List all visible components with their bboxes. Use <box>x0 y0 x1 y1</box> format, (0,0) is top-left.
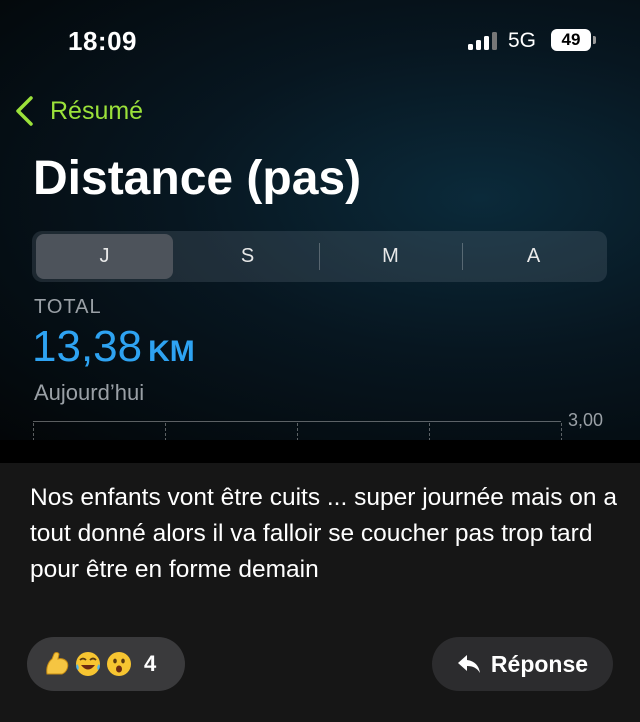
segment-month[interactable]: M <box>322 234 459 279</box>
network-label: 5G <box>508 29 537 52</box>
chart-tick <box>429 423 431 440</box>
segment-divider <box>319 243 320 270</box>
chart-top-gridline <box>33 421 561 422</box>
back-label: Résumé <box>50 96 144 125</box>
chart-tick <box>297 423 299 440</box>
battery-icon: 49 <box>551 29 591 51</box>
status-time: 18:09 <box>68 26 137 56</box>
chevron-left-icon <box>16 96 33 126</box>
battery-tip <box>593 36 596 44</box>
health-app-screenshot: 18:09 5G 49 Résumé Distance (pas) J S M … <box>0 0 640 440</box>
astonished-face-emoji <box>107 652 131 676</box>
reaction-count: 4 <box>144 651 157 676</box>
post-caption: Nos enfants vont être cuits ... super jo… <box>30 484 617 583</box>
reply-arrow-icon <box>457 655 480 673</box>
segment-day[interactable]: J <box>36 234 173 279</box>
total-label: TOTAL <box>34 296 102 318</box>
total-unit: KM <box>148 335 195 368</box>
chart-tick <box>561 423 563 440</box>
chart-tick <box>33 423 35 440</box>
total-value: 13,38 KM <box>32 322 195 372</box>
segment-divider <box>462 243 463 270</box>
reactions-pill[interactable]: 4 <box>27 637 185 691</box>
date-label: Aujourd’hui <box>34 380 145 405</box>
flexed-biceps-emoji <box>46 652 69 675</box>
page-title: Distance (pas) <box>33 152 362 205</box>
segment-year[interactable]: A <box>465 234 602 279</box>
period-segmented-control: J S M A <box>32 231 607 282</box>
chart-y-tick: 3,00 <box>568 410 604 430</box>
total-number: 13,38 <box>32 322 143 371</box>
chart-tick <box>165 423 167 440</box>
reply-button[interactable]: Réponse <box>432 637 613 691</box>
reply-label: Réponse <box>490 650 589 677</box>
back-button[interactable]: Résumé <box>14 94 143 128</box>
segment-week[interactable]: S <box>179 234 316 279</box>
signal-icon <box>468 32 498 50</box>
tears-of-joy-emoji <box>76 652 100 676</box>
